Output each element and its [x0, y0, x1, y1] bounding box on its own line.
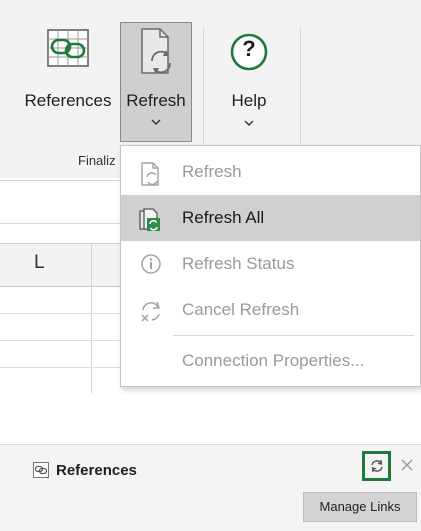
chevron-down-icon[interactable] [244, 120, 254, 127]
refresh-icon [369, 458, 385, 474]
pane-refresh-button[interactable] [362, 451, 391, 481]
references-button[interactable]: References [18, 6, 118, 146]
help-icon: ? [229, 32, 269, 72]
refresh-label: Refresh [126, 91, 186, 110]
refresh-dropdown-menu: Refresh Refresh All Refresh Status Cance… [120, 145, 421, 387]
column-header-l[interactable]: L [34, 252, 45, 274]
manage-links-tooltip: Manage Links [303, 492, 417, 522]
row-line [0, 340, 120, 341]
cancel-refresh-icon [138, 299, 164, 325]
menu-item-refresh[interactable]: Refresh [121, 149, 420, 195]
pane-title: References [56, 462, 137, 479]
menu-item-refresh-label: Refresh [182, 162, 242, 181]
refresh-all-icon [138, 207, 164, 233]
references-icon [33, 462, 49, 478]
chevron-down-icon [151, 119, 161, 126]
menu-item-connection-properties[interactable]: Connection Properties... [121, 338, 420, 384]
references-label: References [24, 91, 112, 110]
menu-divider [173, 335, 414, 336]
ribbon-separator [203, 28, 204, 143]
ribbon-separator [300, 28, 301, 143]
help-glyph: ? [242, 36, 256, 61]
menu-item-refresh-status-label: Refresh Status [182, 254, 295, 273]
menu-item-cancel-refresh[interactable]: Cancel Refresh [121, 287, 420, 333]
close-icon[interactable] [401, 459, 413, 471]
column-divider [91, 243, 92, 393]
row-line [0, 313, 120, 314]
info-icon [140, 253, 162, 275]
row-line [0, 367, 120, 368]
menu-item-connection-properties-label: Connection Properties... [182, 351, 365, 370]
menu-item-refresh-all[interactable]: Refresh All [121, 195, 420, 241]
refresh-button[interactable]: Refresh [120, 22, 192, 142]
ribbon-group-label: Finaliz [78, 153, 116, 168]
help-label: Help [231, 91, 267, 110]
references-icon [44, 26, 92, 70]
refresh-icon [138, 27, 178, 77]
refresh-page-icon [138, 161, 164, 187]
menu-item-refresh-status[interactable]: Refresh Status [121, 241, 420, 287]
help-button[interactable]: ? Help [216, 6, 282, 146]
menu-item-refresh-all-label: Refresh All [182, 208, 265, 227]
menu-item-cancel-refresh-label: Cancel Refresh [182, 300, 300, 319]
